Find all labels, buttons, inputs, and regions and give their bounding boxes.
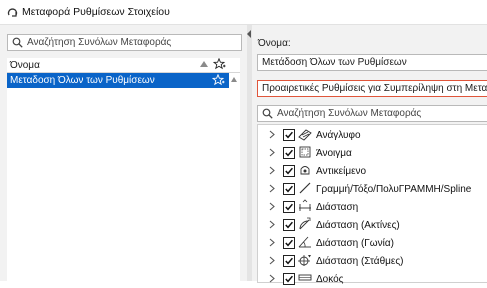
tree-item[interactable]: Διάσταση (Στάθμες) (258, 252, 487, 270)
chevron-right-icon[interactable] (268, 220, 276, 229)
tree-item-label: Διάσταση (316, 202, 359, 213)
tree-item-label: Διάσταση (Στάθμες) (316, 256, 404, 267)
chevron-right-icon[interactable] (268, 256, 276, 265)
checkbox[interactable] (283, 219, 295, 231)
object-icon (300, 166, 310, 175)
radial-dimension-icon (299, 217, 311, 230)
transfer-sets-list: Μεταδοση Όλων των Ρυθμίσεων (7, 73, 240, 281)
checkbox[interactable] (283, 129, 295, 141)
right-search-input[interactable]: Αναζήτηση Συνόλων Μεταφοράς (257, 105, 487, 122)
title-bar: Μεταφορά Ρυθμίσεων Στοιχείου (0, 0, 487, 25)
search-icon (12, 37, 23, 48)
chevron-right-icon[interactable] (268, 274, 276, 283)
optional-settings-header: Προαιρετικές Ρυθμίσεις για Συμπερίληψη σ… (257, 80, 487, 97)
checkbox[interactable] (283, 273, 295, 285)
checkbox[interactable] (283, 255, 295, 267)
transfer-sets-panel: Αναζήτηση Συνόλων Μεταφοράς Όνομα Μεταδο… (0, 25, 247, 281)
tree-item[interactable]: Διάσταση (Ακτίνες) (258, 216, 487, 234)
chevron-right-icon[interactable] (268, 202, 276, 211)
tree-item[interactable]: Διάσταση (258, 198, 487, 216)
tree-item[interactable]: Αντικείμενο (258, 162, 487, 180)
relief-icon (298, 129, 312, 141)
beam-icon (298, 274, 312, 281)
settings-panel: Όνομα: Μετάδοση Όλων των Ρυθμίσεων Προαι… (252, 25, 487, 285)
checkbox[interactable] (283, 165, 295, 177)
search-icon (262, 108, 273, 119)
sort-ascending-icon[interactable] (200, 61, 208, 67)
left-search-placeholder: Αναζήτηση Συνόλων Μεταφοράς (27, 37, 172, 48)
name-field-value: Μετάδοση Όλων των Ρυθμίσεων (262, 57, 407, 68)
name-column-header[interactable]: Όνομα (7, 58, 240, 73)
scroll-up-arrow-icon[interactable] (231, 77, 237, 82)
chevron-right-icon[interactable] (268, 148, 276, 157)
favorite-star-icon[interactable] (213, 58, 227, 70)
list-item-label: Μεταδοση Όλων των Ρυθμίσεων (10, 75, 155, 86)
tree-item-label: Άνοιγμα (316, 148, 352, 159)
optional-settings-label: Προαιρετικές Ρυθμίσεις για Συμπερίληψη σ… (262, 83, 487, 94)
chevron-right-icon[interactable] (268, 166, 276, 175)
tree-item[interactable]: Ανάγλυφο (258, 126, 487, 144)
angle-dimension-icon (298, 236, 311, 248)
name-field[interactable]: Μετάδοση Όλων των Ρυθμίσεων (257, 54, 487, 71)
line-icon (299, 182, 311, 194)
opening-icon (299, 146, 311, 158)
tree-item[interactable]: Γραμμή/Τόξο/ΠολυΓΡΑΜΜΗ/Spline (258, 180, 487, 198)
level-dimension-icon (298, 255, 311, 266)
tree-item-label: Διάσταση (Γωνία) (316, 238, 394, 249)
tree-item[interactable]: Άνοιγμα (258, 144, 487, 162)
tree-item-label: Αντικείμενο (316, 166, 367, 177)
dimension-icon (299, 199, 311, 211)
tree-item-label: Διάσταση (Ακτίνες) (316, 220, 400, 231)
collapse-left-arrow-icon[interactable] (247, 30, 251, 38)
tree-item[interactable]: Δοκός (258, 270, 487, 288)
checkbox[interactable] (283, 201, 295, 213)
settings-tree: Ανάγλυφο Άνοιγμα Αντικείμενο Γραμμή/Τόξο… (257, 124, 487, 285)
checkbox[interactable] (283, 237, 295, 249)
tree-item-label: Δοκός (316, 274, 344, 285)
right-search-placeholder: Αναζήτηση Συνόλων Μεταφοράς (277, 108, 422, 119)
favorite-star-icon[interactable] (212, 74, 226, 86)
tree-item-label: Ανάγλυφο (316, 130, 361, 141)
list-item[interactable]: Μεταδοση Όλων των Ρυθμίσεων (7, 73, 229, 88)
chevron-right-icon[interactable] (268, 184, 276, 193)
tree-item-label: Γραμμή/Τόξο/ΠολυΓΡΑΜΜΗ/Spline (316, 184, 472, 195)
chevron-right-icon[interactable] (268, 130, 276, 139)
chevron-right-icon[interactable] (268, 238, 276, 247)
checkbox[interactable] (283, 183, 295, 195)
name-field-label: Όνομα: (258, 38, 291, 49)
left-search-input[interactable]: Αναζήτηση Συνόλων Μεταφοράς (7, 34, 242, 51)
window-title: Μεταφορά Ρυθμίσεων Στοιχείου (22, 6, 170, 18)
checkbox[interactable] (283, 147, 295, 159)
transfer-settings-icon (7, 8, 18, 17)
name-column-label: Όνομα (10, 60, 40, 71)
tree-item[interactable]: Διάσταση (Γωνία) (258, 234, 487, 252)
